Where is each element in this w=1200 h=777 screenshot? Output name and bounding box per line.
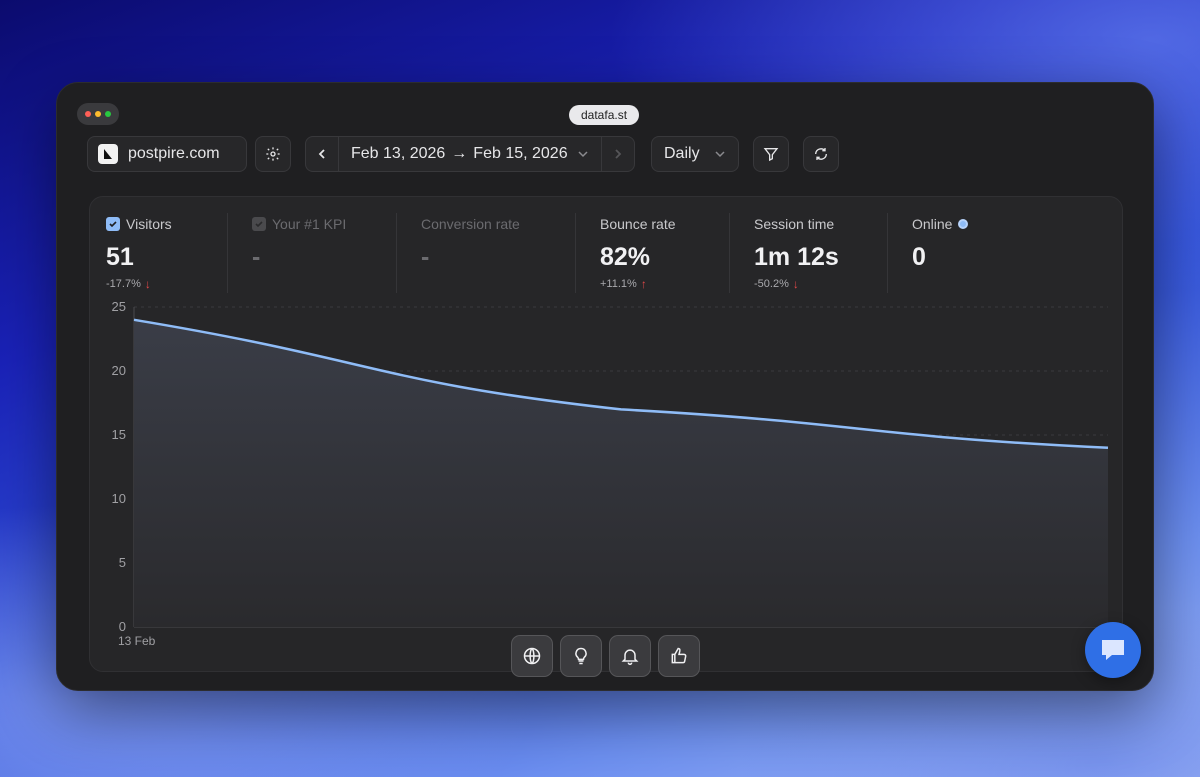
globe-button[interactable] [511, 635, 553, 677]
x-tick-label: 13 Feb [118, 634, 156, 648]
metric-value: 0 [912, 243, 926, 271]
bell-icon [621, 649, 639, 666]
metric-label: Your #1 KPI [252, 213, 372, 235]
date-start: Feb 13, 2026 [351, 145, 446, 162]
online-indicator-icon [958, 219, 969, 229]
arrow-down-icon: ↓ [144, 277, 151, 291]
chevron-left-icon [318, 149, 325, 159]
metric-change: -50.2% ↓ [754, 277, 863, 291]
metric-label-text: Your #1 KPI [272, 216, 347, 232]
globe-icon [523, 647, 541, 665]
y-tick-label: 5 [119, 555, 126, 570]
date-next-button[interactable] [601, 136, 635, 172]
interval-label: Daily [664, 145, 700, 162]
chevron-down-icon [578, 151, 588, 158]
date-prev-button[interactable] [305, 136, 339, 172]
feedback-button[interactable] [658, 635, 700, 677]
chat-button[interactable] [1085, 622, 1141, 678]
metric-change-text: -17.7% [106, 278, 141, 290]
metric-label-text: Online [912, 216, 953, 232]
thumbs-up-icon [671, 647, 687, 664]
metric-value: - [252, 243, 261, 271]
arrow-up-icon: ↑ [640, 277, 647, 291]
site-selector[interactable]: postpire.com [87, 136, 247, 172]
y-tick-label: 0 [119, 619, 126, 634]
date-end: Feb 15, 2026 [473, 145, 568, 162]
metric-value: 82% [600, 243, 651, 271]
site-name: postpire.com [128, 145, 220, 162]
bottom-dock [511, 635, 700, 677]
metric-conversion-rate[interactable]: Conversion rate - [421, 213, 576, 293]
chevron-right-icon [615, 149, 622, 159]
url-label: datafa.st [569, 105, 640, 125]
filter-icon [763, 148, 779, 162]
gear-icon [266, 147, 280, 161]
area-fill [134, 319, 1108, 627]
chevron-down-icon [715, 151, 725, 158]
interval-select[interactable]: Daily [651, 136, 739, 172]
date-range-picker: Feb 13, 2026 → Feb 15, 2026 [305, 136, 635, 172]
metric-online[interactable]: Online 0 [912, 213, 1002, 293]
metric-label: Bounce rate [600, 216, 676, 232]
metric-visitors[interactable]: Visitors 51 -17.7% ↓ [106, 213, 228, 293]
chat-bubble-icon [1102, 640, 1124, 660]
refresh-button[interactable] [803, 136, 839, 172]
metric-value: 1m 12s [754, 243, 839, 271]
metrics-row: Visitors 51 -17.7% ↓ Your #1 KPI - Conve… [106, 213, 1026, 293]
y-tick-label: 15 [112, 427, 126, 442]
metric-label: Conversion rate [421, 216, 520, 232]
y-tick-label: 10 [112, 491, 126, 506]
window-controls[interactable] [77, 103, 119, 125]
metric-session-time[interactable]: Session time 1m 12s -50.2% ↓ [754, 213, 888, 293]
ideas-button[interactable] [560, 635, 602, 677]
date-range-button[interactable]: Feb 13, 2026 → Feb 15, 2026 [339, 136, 601, 172]
y-tick-label: 25 [112, 299, 126, 314]
checkbox-checked-icon[interactable] [106, 217, 120, 231]
metric-change-text: +11.1% [600, 278, 637, 290]
toolbar: postpire.com Feb 13, 2026 → Feb 15, 2026 [87, 136, 839, 172]
notifications-button[interactable] [609, 635, 651, 677]
minimize-dot[interactable] [95, 111, 101, 117]
metric-value: 51 [106, 243, 134, 271]
visitors-chart: 051015202513 Feb1415 [112, 299, 1109, 648]
y-tick-label: 20 [112, 363, 126, 378]
metric-label: Visitors [106, 213, 203, 235]
arrow-down-icon: ↓ [792, 277, 799, 291]
metric-change: +11.1% ↑ [600, 277, 705, 291]
metric-kpi[interactable]: Your #1 KPI - [252, 213, 397, 293]
metric-change: -17.7% ↓ [106, 277, 203, 291]
close-dot[interactable] [85, 111, 91, 117]
zoom-dot[interactable] [105, 111, 111, 117]
metric-label: Online [912, 213, 978, 235]
analytics-card: Visitors 51 -17.7% ↓ Your #1 KPI - Conve… [89, 196, 1123, 672]
date-arrow: → [451, 145, 468, 162]
settings-button[interactable] [255, 136, 291, 172]
filter-button[interactable] [753, 136, 789, 172]
refresh-icon [815, 148, 827, 160]
app-window: datafa.st postpire.com Feb 13, 2026 → Fe… [56, 82, 1154, 691]
lightbulb-icon [575, 647, 587, 665]
metric-label-text: Visitors [126, 216, 172, 232]
metric-label: Session time [754, 216, 835, 232]
metric-change-text: -50.2% [754, 278, 789, 290]
metric-value: - [421, 243, 430, 271]
checkbox-disabled-icon[interactable] [252, 217, 266, 231]
metric-bounce-rate[interactable]: Bounce rate 82% +11.1% ↑ [600, 213, 730, 293]
site-logo-icon [98, 144, 118, 164]
